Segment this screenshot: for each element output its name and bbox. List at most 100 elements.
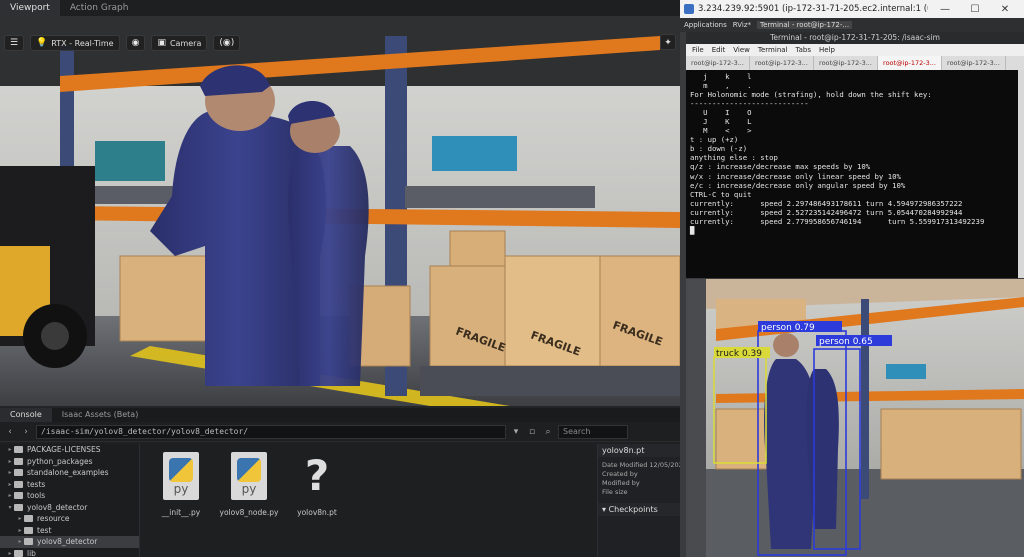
expand-icon: ▸ [18, 526, 22, 534]
tree-item[interactable]: ▸ tools [0, 490, 139, 502]
tree-item[interactable]: ▸ lib [0, 548, 139, 557]
file-name: yolov8n.pt [297, 508, 337, 517]
terminal-line: CTRL-C to quit [690, 189, 752, 199]
task-rviz[interactable]: RViz* [733, 21, 751, 29]
bbox-label-truck: truck 0.39 [716, 349, 762, 359]
terminal-line: currently: speed 2.297486493178611 turn … [690, 198, 963, 208]
eye-icon: ◉ [131, 38, 140, 48]
expand-icon: ▸ [18, 515, 22, 522]
tree-item[interactable]: ▾ yolov8_detector [0, 502, 139, 514]
terminal-tab[interactable]: root@ip-172-3... [686, 56, 750, 70]
menu-view[interactable]: View [733, 46, 750, 54]
visibility-button[interactable]: ◉ [125, 35, 146, 51]
bookmark-icon[interactable]: ▫ [526, 427, 538, 437]
close-button[interactable]: ✕ [992, 4, 1018, 15]
dropdown-icon[interactable]: ▾ [510, 427, 522, 437]
viewport[interactable]: FRAGILE FRAGILE FRAGILE ☰ 💡 RTX - Real-T… [0, 16, 680, 406]
menu-help[interactable]: Help [819, 46, 835, 54]
terminal-tab[interactable]: root@ip-172-3... [814, 56, 878, 70]
content-browser-panel: Console Isaac Assets (Beta) ‹ › /isaac-s… [0, 408, 680, 557]
camera-button[interactable]: ▣ Camera [151, 35, 208, 51]
rtx-mode-button[interactable]: 💡 RTX - Real-Time [30, 35, 120, 51]
tab-viewport[interactable]: Viewport [0, 0, 60, 16]
menu-edit[interactable]: Edit [712, 46, 726, 54]
minimize-button[interactable]: — [932, 4, 958, 15]
tree-item-label: lib [27, 548, 36, 557]
expand-icon: ▸ [8, 469, 12, 476]
tree-item-label: standalone_examples [27, 468, 109, 477]
tab-console[interactable]: Console [0, 408, 52, 422]
unknown-file-icon: ? [304, 451, 330, 500]
file-init-py[interactable]: py __init__.py [151, 452, 211, 517]
checkpoints-label: Checkpoints [608, 505, 658, 514]
remote-taskbar: Applications RViz* Terminal - root@ip-17… [680, 18, 1024, 32]
tab-action-graph[interactable]: Action Graph [60, 0, 139, 16]
forward-arrow-icon[interactable]: › [20, 427, 32, 437]
folder-icon [14, 469, 23, 477]
checkpoints-section[interactable]: ▾ Checkpoints [598, 503, 680, 516]
file-yolov8-node-py[interactable]: py yolov8_node.py [219, 452, 279, 517]
expand-icon: ▸ [8, 492, 12, 499]
path-input[interactable]: /isaac-sim/yolov8_detector/yolov8_detect… [36, 424, 506, 439]
warehouse-scene: FRAGILE FRAGILE FRAGILE [0, 16, 680, 406]
task-terminal[interactable]: Terminal - root@ip-172-... [757, 21, 853, 29]
folder-icon [14, 503, 23, 511]
viewport-toolbar: ☰ 💡 RTX - Real-Time ◉ ▣ Camera (◉) [0, 34, 241, 52]
terminal-line: anything else : stop [690, 153, 778, 163]
file-yolov8n-pt[interactable]: ? yolov8n.pt [287, 451, 347, 518]
tree-item-selected[interactable]: ▸ yolov8_detector [0, 536, 139, 548]
terminal-tab-active[interactable]: root@ip-172-3... [878, 56, 942, 70]
terminal-line: J K L [690, 117, 752, 127]
terminal-output[interactable]: j k l m , . For Holonomic mode (strafing… [686, 70, 1018, 278]
folder-icon [14, 457, 23, 465]
property-date-modified: Date Modified 12/05/202 [602, 461, 680, 469]
settings-button[interactable]: ☰ [4, 35, 25, 51]
record-button[interactable]: (◉) [213, 35, 241, 51]
back-arrow-icon[interactable]: ‹ [4, 427, 16, 437]
terminal-line: j k l [690, 72, 752, 81]
terminal-tab[interactable]: root@ip-172-3... [750, 56, 814, 70]
bbox-label-person-2: person 0.65 [819, 337, 873, 347]
rtx-mode-label: RTX - Real-Time [51, 38, 114, 48]
expand-icon: ▸ [8, 480, 12, 488]
gear-icon: ✦ [664, 38, 672, 48]
folder-icon [14, 492, 23, 500]
terminal-tab[interactable]: root@ip-172-3... [942, 56, 1006, 70]
tree-item[interactable]: ▸ python_packages [0, 456, 139, 468]
tree-item[interactable]: ▸ standalone_examples [0, 467, 139, 479]
terminal-cursor: █ [690, 225, 695, 235]
file-name: __init__.py [161, 508, 201, 517]
tree-item-label: yolov8_detector [37, 537, 98, 546]
menu-file[interactable]: File [692, 46, 704, 54]
applications-menu[interactable]: Applications [684, 21, 727, 29]
isaac-sim-window: Viewport Action Graph FRAGILE FRAGILE FR… [0, 0, 680, 557]
terminal-line: w/x : increase/decrease only linear spee… [690, 171, 901, 181]
terminal-menubar: File Edit View Terminal Tabs Help [686, 44, 1024, 56]
file-grid: py __init__.py py yolov8_node.py ? yolov… [141, 444, 596, 557]
tree-item[interactable]: ▸ resource [0, 513, 139, 525]
tab-isaac-assets[interactable]: Isaac Assets (Beta) [52, 408, 149, 422]
tree-item[interactable]: ▸ test [0, 525, 139, 537]
terminal-line: e/c : increase/decrease only angular spe… [690, 180, 906, 190]
property-modified-by: Modified by [602, 479, 640, 487]
file-properties-panel: yolov8n.pt Date Modified 12/05/202 Creat… [597, 444, 680, 557]
menu-terminal[interactable]: Terminal [758, 46, 788, 54]
panel-tab-bar: Console Isaac Assets (Beta) [0, 408, 680, 422]
viewport-options-button[interactable]: ✦ [660, 34, 676, 50]
menu-tabs[interactable]: Tabs [796, 46, 812, 54]
terminal-scrollbar[interactable] [1018, 70, 1024, 278]
search-input[interactable]: Search [558, 424, 628, 439]
tree-item-label: tests [27, 479, 46, 489]
remote-title: 3.234.239.92:5901 (ip-172-31-71-205.ec2.… [698, 4, 928, 14]
folder-tree: ▸ PACKAGE-LICENSES ▸ python_packages ▸ stan… [0, 444, 140, 557]
search-icon: ⌕ [545, 426, 551, 437]
menu-icon: ☰ [10, 38, 19, 48]
collapse-icon: ▾ [8, 503, 12, 511]
expand-icon: ▸ [8, 446, 12, 453]
camera-icon: ▣ [157, 38, 166, 48]
tree-item[interactable]: ▸ tests [0, 479, 139, 491]
tree-item[interactable]: ▸ PACKAGE-LICENSES [0, 444, 139, 456]
file-name: yolov8_node.py [219, 508, 279, 517]
maximize-button[interactable]: ☐ [962, 4, 988, 15]
rviz-detection-view: person 0.79 person 0.65 truck 0.39 [686, 279, 1024, 557]
